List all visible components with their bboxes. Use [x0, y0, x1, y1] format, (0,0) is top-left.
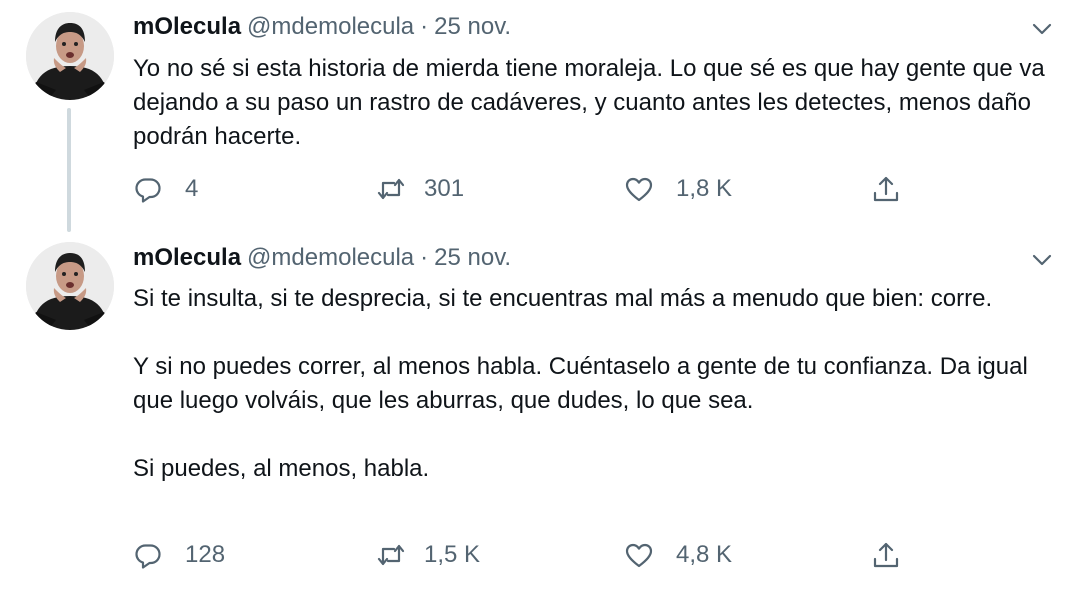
retweet-count: 1,5 K — [424, 541, 481, 568]
tweet-header: mOlecula @mdemolecula · 25 nov. — [133, 12, 511, 42]
avatar-image — [26, 12, 114, 100]
tweet-paragraph: Y si no puedes correr, al menos habla. C… — [133, 353, 1028, 414]
reply-button[interactable]: 4 — [133, 171, 198, 207]
tweet-thread: mOlecula @mdemolecula · 25 nov. Yo no sé si… — [0, 0, 1080, 593]
display-name[interactable]: mOlecula — [133, 244, 241, 271]
share-button[interactable] — [871, 171, 901, 207]
display-name[interactable]: mOlecula — [133, 13, 241, 40]
like-button[interactable]: 1,8 K — [624, 171, 732, 207]
retweet-count: 301 — [424, 175, 465, 202]
handle[interactable]: @mdemolecula — [247, 13, 414, 40]
chevron-down-icon — [1032, 23, 1052, 35]
reply-count: 4 — [185, 175, 199, 202]
avatar[interactable] — [26, 12, 114, 100]
reply-button[interactable]: 128 — [133, 537, 225, 573]
separator: · — [420, 244, 429, 271]
avatar[interactable] — [26, 242, 114, 330]
retweet-button[interactable]: 301 — [376, 171, 464, 207]
reply-icon — [135, 544, 161, 569]
tweet-paragraph: Yo no sé si esta historia de mierda tien… — [133, 55, 1045, 150]
tweet-date[interactable]: 25 nov. — [434, 13, 511, 40]
like-count: 1,8 K — [676, 175, 733, 202]
tweet-actions: 128 1,5 K 4,8 K — [133, 537, 933, 573]
reply-count: 128 — [185, 541, 226, 568]
tweet-header: mOlecula @mdemolecula · 25 nov. — [133, 243, 511, 273]
more-options-button[interactable] — [1028, 246, 1056, 274]
tweet[interactable]: mOlecula @mdemolecula · 25 nov. Yo no sé si… — [0, 0, 1080, 232]
heart-icon — [625, 543, 653, 568]
tweet[interactable]: mOlecula @mdemolecula · 25 nov. Si te insul… — [0, 232, 1080, 593]
retweet-icon — [377, 544, 405, 566]
share-button[interactable] — [871, 537, 901, 573]
retweet-button[interactable]: 1,5 K — [376, 537, 480, 573]
tweet-actions: 4 301 1,8 K — [133, 171, 933, 207]
tweet-text: Yo no sé si esta historia de mierda tien… — [133, 52, 1053, 154]
separator: · — [420, 13, 429, 40]
chevron-down-icon — [1032, 254, 1052, 266]
share-icon — [873, 176, 899, 202]
share-icon — [873, 542, 899, 568]
thread-connector-line — [67, 108, 71, 232]
tweet-paragraph: Si puedes, al menos, habla. — [133, 455, 430, 482]
like-count: 4,8 K — [676, 541, 733, 568]
more-options-button[interactable] — [1028, 15, 1056, 43]
handle[interactable]: @mdemolecula — [247, 244, 414, 271]
heart-icon — [625, 177, 653, 202]
like-button[interactable]: 4,8 K — [624, 537, 732, 573]
tweet-date[interactable]: 25 nov. — [434, 244, 511, 271]
reply-icon — [135, 178, 161, 203]
avatar-image — [26, 242, 114, 330]
tweet-paragraph: Si te insulta, si te desprecia, si te en… — [133, 285, 993, 312]
tweet-text: Si te insulta, si te desprecia, si te en… — [133, 282, 1053, 486]
retweet-icon — [377, 178, 405, 200]
